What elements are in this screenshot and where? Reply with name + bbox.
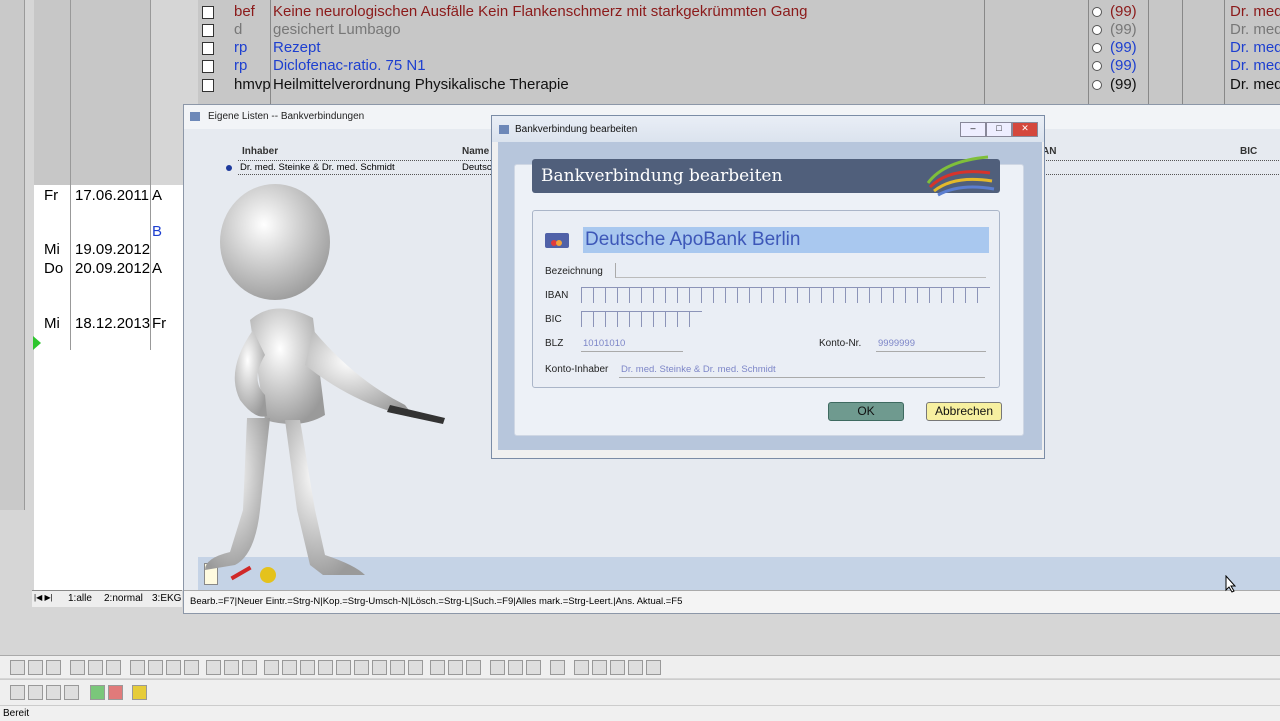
tool-icon[interactable] [354, 660, 369, 675]
main-toolbar [0, 655, 1280, 678]
entry-radio[interactable] [1092, 43, 1102, 53]
entry-radio[interactable] [1092, 7, 1102, 17]
back-icon[interactable] [224, 660, 239, 675]
iban-field[interactable] [581, 287, 991, 303]
bank-card-icon [545, 233, 569, 248]
bezeichnung-field[interactable] [615, 263, 986, 278]
print-icon[interactable] [46, 660, 61, 675]
journal-entry[interactable]: rp Rezept (99) Dr. med [198, 39, 1280, 57]
mail-icon[interactable] [46, 685, 61, 700]
tab-normal[interactable]: 2:normal [104, 593, 143, 604]
print-icon[interactable] [28, 685, 43, 700]
pin-icon[interactable] [490, 660, 505, 675]
edit-bank-dialog: Bankverbindung bearbeiten – □ ✕ Bankverb… [491, 115, 1045, 459]
find-icon[interactable] [130, 660, 145, 675]
tool-icon[interactable] [390, 660, 405, 675]
tool-icon[interactable] [372, 660, 387, 675]
add-icon[interactable] [430, 660, 445, 675]
entry-radio[interactable] [1092, 80, 1102, 90]
journal-entries: bef Keine neurologischen Ausfälle Kein F… [198, 0, 1280, 104]
stop-icon[interactable] [646, 660, 661, 675]
add-icon[interactable] [90, 685, 105, 700]
record-icon[interactable] [300, 660, 315, 675]
dialog-titlebar[interactable]: Bankverbindung bearbeiten – □ ✕ [492, 116, 1044, 142]
close-button[interactable]: ✕ [1012, 122, 1038, 137]
tab-alle[interactable]: 1:alle [68, 593, 92, 604]
speaker-icon[interactable] [264, 660, 279, 675]
entry-radio[interactable] [1092, 25, 1102, 35]
list-icon[interactable] [64, 685, 79, 700]
tool-icon[interactable] [336, 660, 351, 675]
current-row-marker-icon [33, 336, 41, 350]
konto-inhaber-field[interactable]: Dr. med. Steinke & Dr. med. Schmidt [621, 364, 776, 375]
new-icon[interactable] [10, 660, 25, 675]
bic-field[interactable] [581, 311, 705, 327]
remove-icon[interactable] [448, 660, 463, 675]
tab-scroll-left-icon[interactable]: |◀ ▶| [34, 593, 53, 602]
tool-icon[interactable] [526, 660, 541, 675]
bank-form: Deutsche ApoBank Berlin Bezeichnung IBAN… [532, 210, 1000, 388]
dialog-banner: Bankverbindung bearbeiten [532, 155, 1000, 197]
document-icon [202, 79, 214, 92]
blz-field[interactable]: 10101010 [583, 338, 625, 349]
tool-icon[interactable] [408, 660, 423, 675]
document-icon [202, 24, 214, 37]
tool-icon[interactable] [184, 660, 199, 675]
presenter-figure-illustration [205, 184, 445, 575]
document-icon [202, 42, 214, 55]
journal-entry[interactable]: d gesichert Lumbago (99) Dr. med [198, 21, 1280, 39]
window-icon [190, 112, 200, 121]
formula-icon[interactable] [628, 660, 643, 675]
tool-icon[interactable] [242, 660, 257, 675]
font-color-icon[interactable] [574, 660, 589, 675]
konto-field[interactable]: 9999999 [878, 338, 915, 349]
lists-status-bar: Bearb.=F7|Neuer Eintr.=Strg-N|Kop.=Strg-… [184, 590, 1280, 613]
dialog-body: Bankverbindung bearbeiten Deutsche ApoBa… [498, 142, 1042, 450]
journal-entry[interactable]: bef Keine neurologischen Ausfälle Kein F… [198, 3, 1280, 21]
preview-icon[interactable] [28, 660, 43, 675]
app-status-bar: Bereit [0, 705, 1280, 721]
divider [70, 0, 71, 350]
maximize-button[interactable]: □ [986, 122, 1012, 137]
field-underline [581, 351, 683, 352]
remove-icon[interactable] [108, 685, 123, 700]
journal-header-area [34, 0, 150, 185]
sum-icon[interactable] [592, 660, 607, 675]
logo-swoosh-icon [926, 155, 995, 197]
entry-radio[interactable] [1092, 61, 1102, 71]
journal-entry[interactable]: hmvp Heilmittelverordnung Physikalische … [198, 76, 1280, 94]
mouse-cursor-icon [1225, 575, 1237, 593]
tool-icon[interactable] [282, 660, 297, 675]
replace-icon[interactable] [148, 660, 163, 675]
cut-icon[interactable] [70, 660, 85, 675]
tab-ekg[interactable]: 3:EKG [152, 593, 181, 604]
tool-icon[interactable] [318, 660, 333, 675]
window-icon [499, 125, 509, 134]
close-icon[interactable] [550, 660, 565, 675]
sort-icon[interactable] [132, 685, 147, 700]
cancel-button[interactable]: Abbrechen [926, 402, 1002, 421]
ok-button[interactable]: OK [828, 402, 904, 421]
bank-name-field[interactable]: Deutsche ApoBank Berlin [583, 227, 989, 253]
close-icon[interactable] [206, 660, 221, 675]
preview-icon[interactable] [10, 685, 25, 700]
tool-icon[interactable] [166, 660, 181, 675]
tool-icon[interactable] [508, 660, 523, 675]
document-icon [202, 60, 214, 73]
field-underline [619, 377, 985, 378]
minimize-button[interactable]: – [960, 122, 986, 137]
secondary-toolbar [0, 679, 1280, 705]
divider [150, 0, 151, 350]
bottom-tabs: |◀ ▶| 1:alle 2:normal 3:EKG [32, 590, 182, 607]
copy-icon[interactable] [88, 660, 103, 675]
field-underline [876, 351, 986, 352]
tool-icon[interactable] [466, 660, 481, 675]
paste-icon[interactable] [106, 660, 121, 675]
journal-entry[interactable]: rp Diclofenac-ratio. 75 N1 (99) Dr. med [198, 57, 1280, 75]
left-scroll-strip [0, 0, 25, 510]
row-selected-icon [226, 165, 232, 171]
document-icon [202, 6, 214, 19]
filter-icon[interactable] [610, 660, 625, 675]
